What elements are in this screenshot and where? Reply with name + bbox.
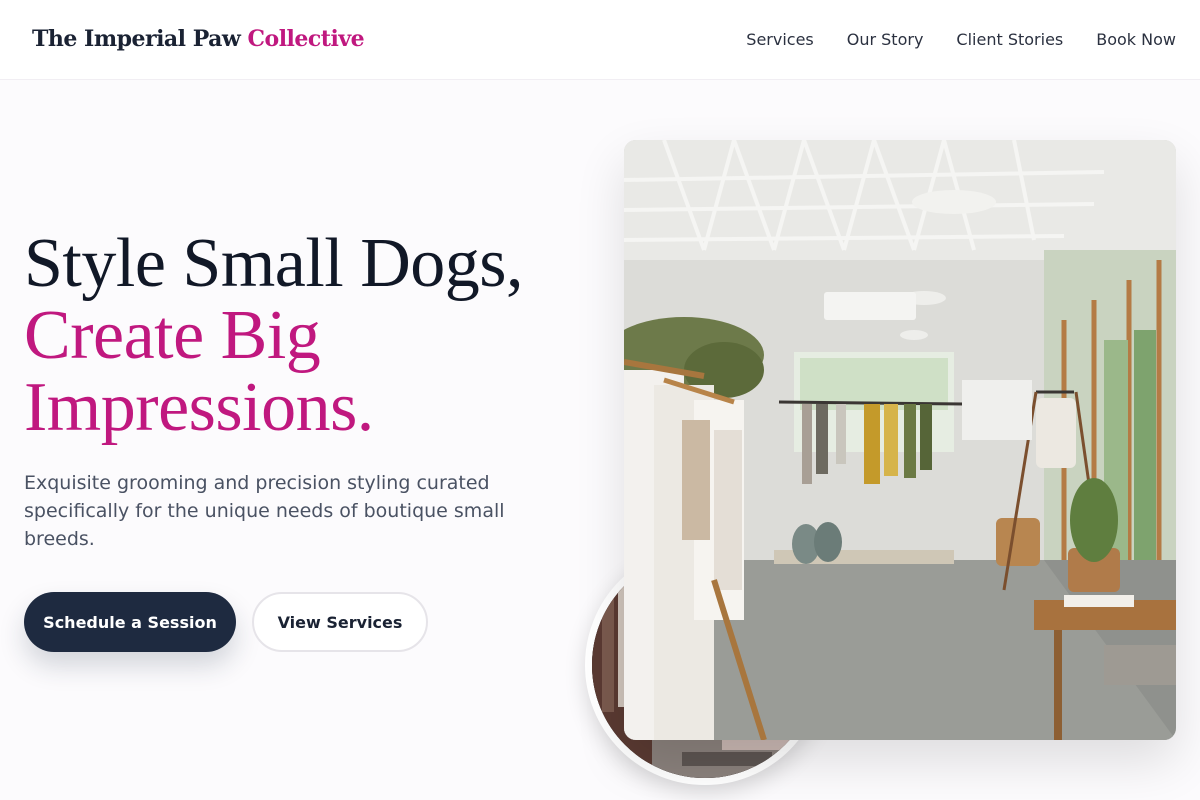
main-hero-image	[624, 140, 1176, 740]
nav-book-now[interactable]: Book Now	[1096, 30, 1176, 49]
brand-name-accent: Collective	[247, 26, 365, 52]
nav-our-story[interactable]: Our Story	[847, 30, 924, 49]
headline-line-1: Style Small Dogs,	[24, 225, 524, 302]
site-header: The Imperial Paw Collective Services Our…	[0, 0, 1200, 80]
brand-logo[interactable]: The Imperial Paw Collective	[32, 26, 365, 52]
headline-line-2: Create Big	[24, 297, 321, 374]
hero-subtitle: Exquisite grooming and precision styling…	[24, 472, 505, 550]
headline-line-3: Impressions.	[24, 369, 374, 446]
schedule-session-button[interactable]: Schedule a Session	[24, 592, 236, 652]
nav-client-stories[interactable]: Client Stories	[956, 30, 1063, 49]
nav-services[interactable]: Services	[746, 30, 813, 49]
view-services-button[interactable]: View Services	[252, 592, 428, 652]
hero-headline: Style Small Dogs, Create Big Impressions…	[24, 225, 524, 446]
brand-name: The Imperial Paw	[32, 26, 241, 52]
main-nav: Services Our Story Client Stories Book N…	[746, 30, 1176, 49]
